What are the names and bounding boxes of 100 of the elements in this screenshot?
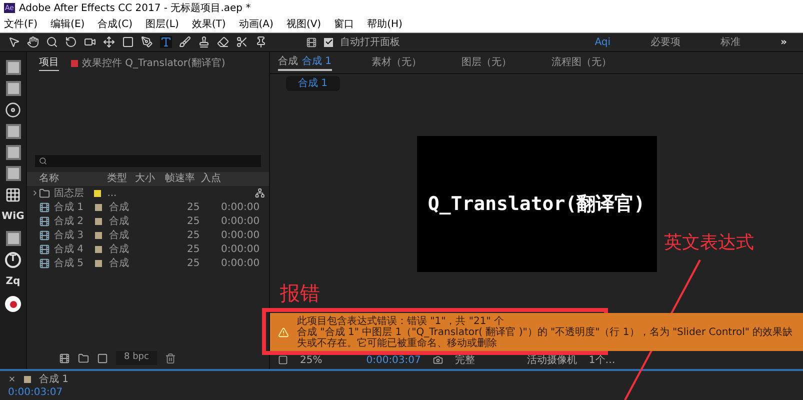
stamp-tool-icon[interactable] — [198, 36, 210, 48]
viewer-tab[interactable]: 流程图（无） — [552, 55, 612, 70]
column-header[interactable]: 入点 — [201, 172, 231, 186]
composition-icon — [39, 244, 50, 254]
composition-icon — [39, 230, 50, 240]
item-name: 合成 2 — [54, 214, 84, 228]
trash-icon[interactable] — [164, 352, 176, 364]
menu-item[interactable]: 效果(T) — [192, 16, 226, 32]
rect-tool-icon[interactable] — [122, 36, 134, 48]
column-header[interactable]: 帧速率 — [165, 172, 201, 186]
timecode[interactable]: 0:00:03:07 — [366, 352, 421, 368]
plugin-label[interactable]: WiG — [2, 209, 24, 225]
workspace-tab[interactable]: 必要项 — [650, 34, 681, 50]
zoom-tool-icon[interactable] — [46, 36, 58, 48]
new-folder-icon[interactable] — [78, 352, 89, 364]
auto-open-checkbox[interactable] — [324, 38, 333, 46]
more-workspaces-button[interactable]: » — [780, 34, 787, 50]
column-header[interactable]: 类型 — [95, 172, 135, 186]
rate-cell: 25 — [187, 230, 200, 240]
type-cell-text: 合成 — [109, 200, 130, 214]
error-message: 此项目包含表达式错误：错误 "1"，共 "21" 个 — [297, 316, 504, 326]
plugin-icon[interactable] — [6, 145, 20, 160]
annotation-label: 报错 — [280, 280, 320, 307]
type-tool-icon[interactable] — [160, 36, 172, 48]
pen-tool-icon[interactable] — [141, 36, 153, 48]
project-row[interactable]: 合成 2 合成 25 0:00:00 — [27, 214, 269, 228]
search-field[interactable] — [35, 155, 261, 167]
menu-item[interactable]: 视图(V) — [286, 16, 322, 32]
flowchart-icon[interactable] — [255, 188, 265, 198]
pin-tool-icon[interactable] — [255, 36, 267, 48]
item-name: 固态层 — [54, 186, 84, 200]
column-header[interactable]: 大小 — [135, 172, 165, 186]
type-cell-text: 合成 — [109, 242, 130, 256]
bit-depth-button[interactable]: 8 bpc — [116, 351, 157, 365]
warning-icon — [278, 326, 289, 338]
zoom-dropdown[interactable]: 25% — [300, 352, 322, 368]
panel-tab[interactable]: 项目 — [39, 55, 59, 71]
camera-dropdown[interactable]: 活动摄像机 — [526, 352, 577, 368]
label-swatch-icon — [71, 60, 78, 66]
in-point-cell: 0:00:00 — [221, 230, 260, 240]
menu-item[interactable]: 帮助(H) — [367, 16, 402, 32]
menu-item[interactable]: 文件(F) — [4, 16, 38, 32]
timeline-timecode[interactable]: 0:00:03:07 — [8, 387, 795, 399]
type-cell-text: ... — [107, 186, 118, 200]
project-row[interactable]: 固态层 ... — [27, 186, 269, 200]
plugin-button[interactable]: T — [5, 252, 21, 268]
camera-tool-icon[interactable] — [84, 36, 96, 48]
in-point-cell: 0:00:00 — [221, 202, 260, 212]
menu-item[interactable]: 图层(L) — [145, 16, 179, 32]
viewer-tab[interactable]: 素材（无） — [372, 55, 422, 70]
views-dropdown[interactable]: 1个… — [588, 352, 616, 368]
grid-icon[interactable] — [5, 187, 21, 203]
menu-item[interactable]: 编辑(E) — [50, 16, 85, 32]
in-point-cell: 0:00:00 — [221, 258, 260, 268]
workspace-tab[interactable]: 标准 — [720, 34, 741, 50]
type-cell-text: 合成 — [109, 228, 130, 242]
plugin-icon[interactable] — [6, 166, 20, 181]
disc-icon[interactable] — [5, 102, 21, 118]
quality-dropdown[interactable]: 完整 — [454, 352, 475, 368]
composition-icon — [39, 216, 50, 226]
in-point-cell: 0:00:00 — [221, 216, 260, 226]
canvas-text: Q_Translator(翻译官) — [428, 192, 646, 217]
brush-tool-icon[interactable] — [179, 36, 191, 48]
menu-item[interactable]: 合成(C) — [98, 16, 132, 32]
panel-icon[interactable] — [306, 36, 317, 48]
hand-tool-icon[interactable] — [27, 36, 39, 48]
project-row[interactable]: 合成 5 合成 25 0:00:00 — [27, 256, 269, 270]
timeline-tab[interactable]: 合成 1 — [39, 372, 69, 386]
composition-tab[interactable]: 合成 1 — [286, 76, 340, 90]
close-tab-icon[interactable] — [8, 375, 16, 383]
composition-icon — [39, 258, 50, 268]
item-name: 合成 4 — [54, 242, 84, 256]
panel-tab[interactable]: 效果控件 Q_Translator(翻译官) — [82, 56, 226, 70]
snapshot-icon[interactable] — [432, 355, 443, 365]
viewer-tab[interactable]: 合成 合成 1 — [278, 54, 332, 71]
in-point-cell: 0:00:00 — [221, 244, 260, 254]
select-tool-icon[interactable] — [8, 36, 20, 48]
plugin-label[interactable]: Zq — [6, 274, 20, 290]
checkbox-label: 自动打开面板 — [340, 36, 400, 50]
project-row[interactable]: 合成 4 合成 25 0:00:00 — [27, 242, 269, 256]
plugin-icon[interactable] — [6, 81, 20, 96]
composition-icon — [39, 202, 50, 212]
rotate-tool-icon[interactable] — [65, 36, 77, 48]
plugin-icon[interactable] — [6, 124, 20, 139]
project-row[interactable]: 合成 3 合成 25 0:00:00 — [27, 228, 269, 242]
menu-item[interactable]: 窗口 — [334, 16, 354, 32]
column-header[interactable]: 名称 — [27, 172, 95, 186]
rate-cell: 25 — [187, 202, 200, 212]
item-name: 合成 3 — [54, 228, 84, 242]
eraser-tool-icon[interactable] — [217, 36, 229, 48]
viewer-tab[interactable]: 图层（无） — [462, 55, 512, 70]
project-row[interactable]: 合成 1 合成 25 0:00:00 — [27, 200, 269, 214]
record-icon[interactable] — [5, 296, 21, 312]
plugin-icon[interactable] — [6, 231, 20, 246]
composition-swatch-icon — [24, 376, 31, 382]
workspace-tab[interactable]: Aqi — [594, 34, 611, 50]
menu-item[interactable]: 动画(A) — [238, 16, 274, 32]
type-cell-text: 合成 — [109, 214, 130, 228]
plugin-icon[interactable] — [6, 60, 20, 75]
error-message: 合成 "合成 1" 中图层 1（"Q_Translator( 翻译官 )"）的 "不透明度"（行 1），名为 "Slider Control" 的效果缺失或不存在。它可能已被重命名、移动或删除 — [297, 326, 794, 348]
